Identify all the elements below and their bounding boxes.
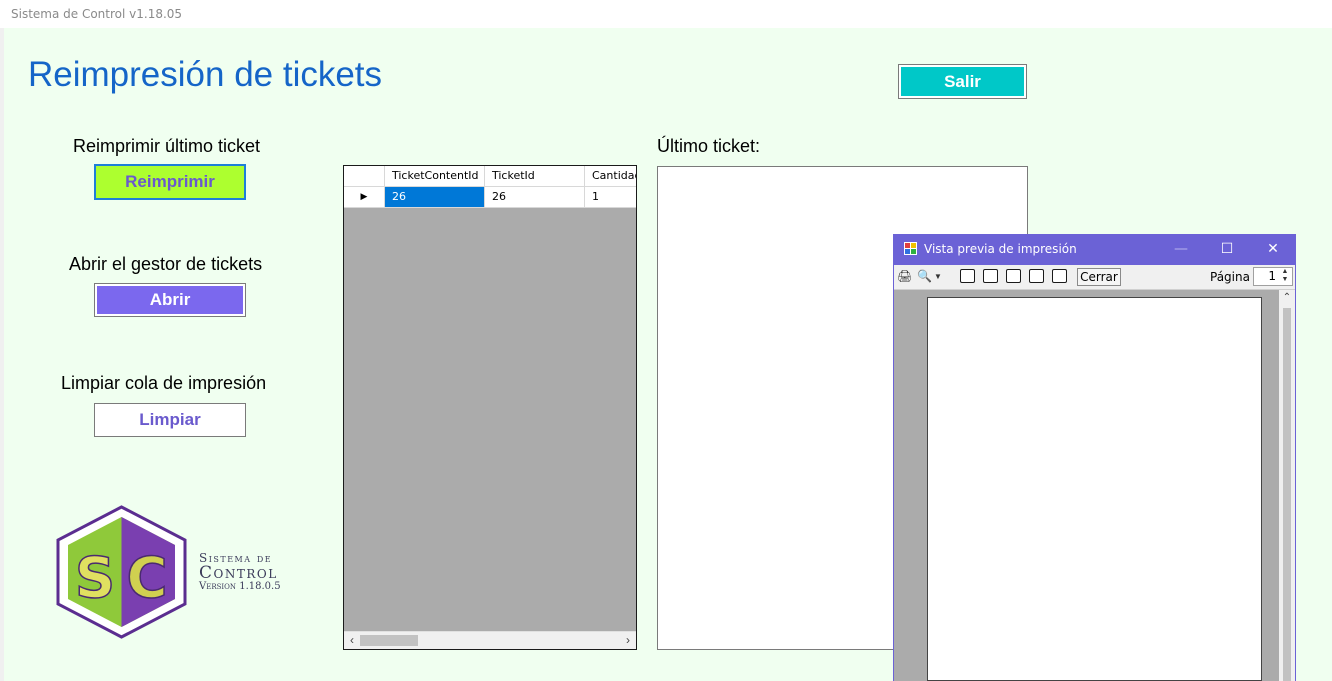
reimprimir-button[interactable]: Reimprimir bbox=[94, 164, 246, 200]
svg-text:S: S bbox=[75, 546, 115, 611]
app-titlebar: Sistema de Control v1.18.05 bbox=[0, 0, 1332, 28]
four-pages-icon[interactable] bbox=[1029, 269, 1044, 283]
logo-version: Version 1.18.0.5 bbox=[199, 581, 281, 592]
preview-window-icon bbox=[904, 242, 917, 255]
three-pages-icon[interactable] bbox=[1006, 269, 1021, 283]
scroll-left-icon[interactable]: ‹ bbox=[344, 632, 360, 649]
logo-line-2: Control bbox=[199, 563, 278, 583]
logo-caption: Sistema de Control Version 1.18.0.5 bbox=[199, 551, 281, 593]
row-header-current[interactable]: ▶ bbox=[344, 187, 385, 208]
limpiar-cola-label: Limpiar cola de impresión bbox=[61, 373, 267, 393]
maximize-icon[interactable]: ☐ bbox=[1204, 234, 1250, 265]
one-page-icon[interactable] bbox=[960, 269, 975, 283]
scrollbar-thumb[interactable] bbox=[360, 635, 418, 646]
column-header-ticketid[interactable]: TicketId bbox=[485, 166, 585, 187]
grid-horizontal-scrollbar[interactable]: ‹ › bbox=[344, 631, 636, 649]
salir-button[interactable]: Salir bbox=[898, 64, 1027, 99]
sc-logo-icon: S C bbox=[56, 505, 187, 639]
reimprimir-label: Reimprimir último ticket bbox=[73, 136, 261, 156]
pagina-label: Página bbox=[1210, 270, 1250, 284]
preview-page bbox=[927, 297, 1262, 681]
two-pages-icon[interactable] bbox=[983, 269, 998, 283]
print-preview-window: Vista previa de impresión — ☐ ✕ 🖨 🔍 ▼ Ce… bbox=[893, 234, 1296, 681]
print-preview-toolbar: 🖨 🔍 ▼ Cerrar Página 1 ▲ ▼ bbox=[894, 265, 1295, 290]
print-preview-titlebar[interactable]: Vista previa de impresión — ☐ ✕ bbox=[893, 234, 1296, 265]
svg-text:C: C bbox=[126, 546, 167, 611]
ultimo-ticket-label: Último ticket: bbox=[657, 136, 761, 156]
print-preview-title: Vista previa de impresión bbox=[924, 242, 1077, 256]
scroll-up-icon[interactable]: ⌃ bbox=[1279, 290, 1295, 306]
minimize-icon[interactable]: — bbox=[1158, 234, 1204, 265]
app-title: Sistema de Control v1.18.05 bbox=[11, 7, 183, 21]
table-cell-ticketid[interactable]: 26 bbox=[485, 187, 585, 208]
zoom-icon[interactable]: 🔍 bbox=[917, 269, 932, 284]
zoom-dropdown-chevron-icon[interactable]: ▼ bbox=[933, 269, 943, 284]
column-header-cantidad[interactable]: Cantidad bbox=[585, 166, 636, 187]
limpiar-button[interactable]: Limpiar bbox=[94, 403, 246, 437]
scroll-right-icon[interactable]: › bbox=[620, 632, 636, 649]
preview-vertical-scrollbar[interactable]: ⌃ bbox=[1279, 290, 1295, 681]
grid-header: TicketContentId TicketId Cantidad bbox=[344, 166, 636, 187]
cerrar-button[interactable]: Cerrar bbox=[1077, 268, 1121, 286]
page-stepper-arrows-icon[interactable]: ▲ ▼ bbox=[1279, 268, 1291, 285]
preview-area bbox=[894, 290, 1279, 681]
abrir-button[interactable]: Abrir bbox=[94, 283, 246, 317]
grid-corner-header[interactable] bbox=[344, 166, 385, 187]
six-pages-icon[interactable] bbox=[1052, 269, 1067, 283]
column-header-ticketcontentid[interactable]: TicketContentId bbox=[385, 166, 485, 187]
scrollbar-thumb[interactable] bbox=[1283, 308, 1291, 681]
page-title: Reimpresión de tickets bbox=[28, 55, 383, 94]
abrir-gestor-label: Abrir el gestor de tickets bbox=[69, 254, 263, 274]
table-cell-ticketcontentid[interactable]: 26 bbox=[385, 187, 485, 208]
tickets-grid[interactable]: TicketContentId TicketId Cantidad ▶ 26 2… bbox=[343, 165, 637, 650]
close-icon[interactable]: ✕ bbox=[1250, 234, 1296, 265]
table-cell-cantidad[interactable]: 1 bbox=[585, 187, 636, 208]
print-icon[interactable]: 🖨 bbox=[897, 269, 912, 284]
